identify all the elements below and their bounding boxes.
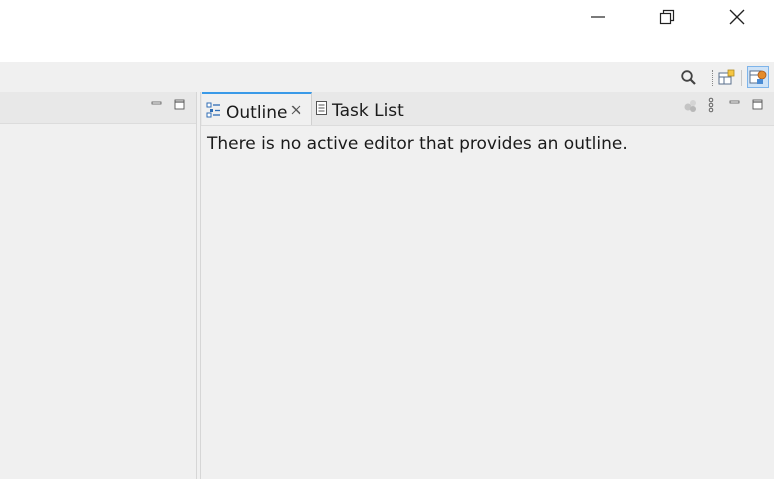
window-title-bar: [0, 0, 774, 62]
tab-task-list-label: Task List: [332, 101, 404, 121]
left-view-panel: [0, 92, 197, 479]
task-list-icon: [316, 101, 327, 115]
outline-icon: [206, 102, 220, 118]
perspective-icon: [749, 70, 767, 84]
outline-view-panel: Outline Task List There is no active edi…: [200, 92, 774, 479]
maximize-view-icon: [752, 99, 763, 110]
minimize-icon: [591, 16, 605, 18]
search-button[interactable]: [679, 68, 699, 88]
right-maximize-button[interactable]: [751, 97, 765, 111]
toolbar-separator: [741, 70, 742, 86]
main-toolbar: [0, 62, 774, 92]
restore-button[interactable]: [644, 0, 690, 34]
close-button[interactable]: [714, 0, 760, 34]
search-icon: [681, 70, 696, 85]
restore-icon: [659, 9, 675, 25]
sync-button[interactable]: [683, 98, 699, 114]
view-menu-icon: [708, 97, 714, 113]
right-minimize-button[interactable]: [728, 95, 742, 109]
minimize-view-icon: [151, 101, 162, 105]
minimize-button[interactable]: [575, 0, 621, 34]
view-tab-bar: Outline Task List: [201, 92, 774, 126]
close-tab-icon[interactable]: [290, 104, 302, 116]
open-perspective-button[interactable]: [717, 68, 737, 88]
open-perspective-icon: [718, 69, 735, 85]
empty-outline-message: There is no active editor that provides …: [207, 134, 628, 154]
view-menu-button[interactable]: [706, 97, 716, 115]
perspective-button[interactable]: [747, 66, 769, 88]
left-minimize-button[interactable]: [150, 96, 164, 110]
sync-icon: [684, 100, 696, 112]
maximize-view-icon: [174, 99, 185, 110]
tab-task-list[interactable]: Task List: [313, 92, 413, 125]
toolbar-separator: [712, 70, 714, 86]
left-maximize-button[interactable]: [173, 97, 187, 111]
minimize-view-icon: [729, 100, 740, 104]
left-view-header: [0, 92, 196, 124]
tab-outline[interactable]: Outline: [202, 92, 312, 125]
tab-outline-label: Outline: [226, 103, 288, 123]
close-icon: [729, 9, 745, 25]
